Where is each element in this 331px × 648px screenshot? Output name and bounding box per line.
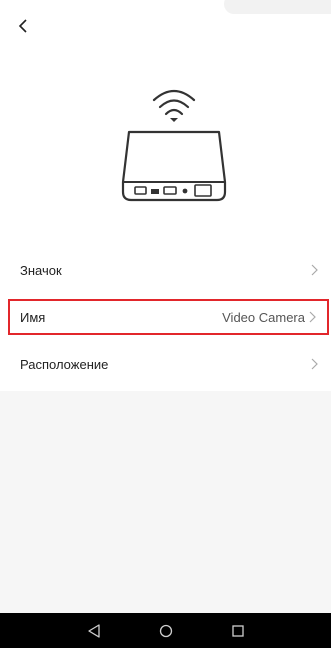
setting-row-location[interactable]: Расположение [0, 346, 331, 382]
settings-list: Значок Имя Video Camera Расположение [0, 252, 331, 393]
chevron-right-icon [311, 357, 321, 371]
circle-home-icon [159, 624, 172, 637]
device-settings-screen: Значок Имя Video Camera Расположение [0, 0, 331, 648]
nav-recents-button[interactable] [228, 621, 248, 641]
setting-label: Расположение [20, 356, 109, 372]
back-button[interactable] [10, 12, 36, 40]
empty-content-area [0, 391, 331, 613]
setting-row-icon[interactable]: Значок [0, 252, 331, 288]
square-recents-icon [231, 624, 244, 637]
system-nav-bar [0, 613, 331, 648]
setting-label: Значок [20, 262, 62, 278]
nav-back-button[interactable] [84, 621, 104, 641]
setting-value: Video Camera [222, 309, 305, 325]
status-pill [224, 0, 331, 14]
chevron-right-icon [309, 310, 319, 324]
chevron-left-icon [18, 19, 27, 33]
device-illustration [115, 82, 233, 212]
setting-row-name[interactable]: Имя Video Camera [8, 299, 329, 335]
triangle-back-icon [87, 623, 100, 638]
wifi-device-icon [121, 89, 227, 202]
chevron-right-icon [311, 263, 321, 277]
setting-label: Имя [20, 309, 46, 325]
nav-home-button[interactable] [156, 621, 176, 641]
